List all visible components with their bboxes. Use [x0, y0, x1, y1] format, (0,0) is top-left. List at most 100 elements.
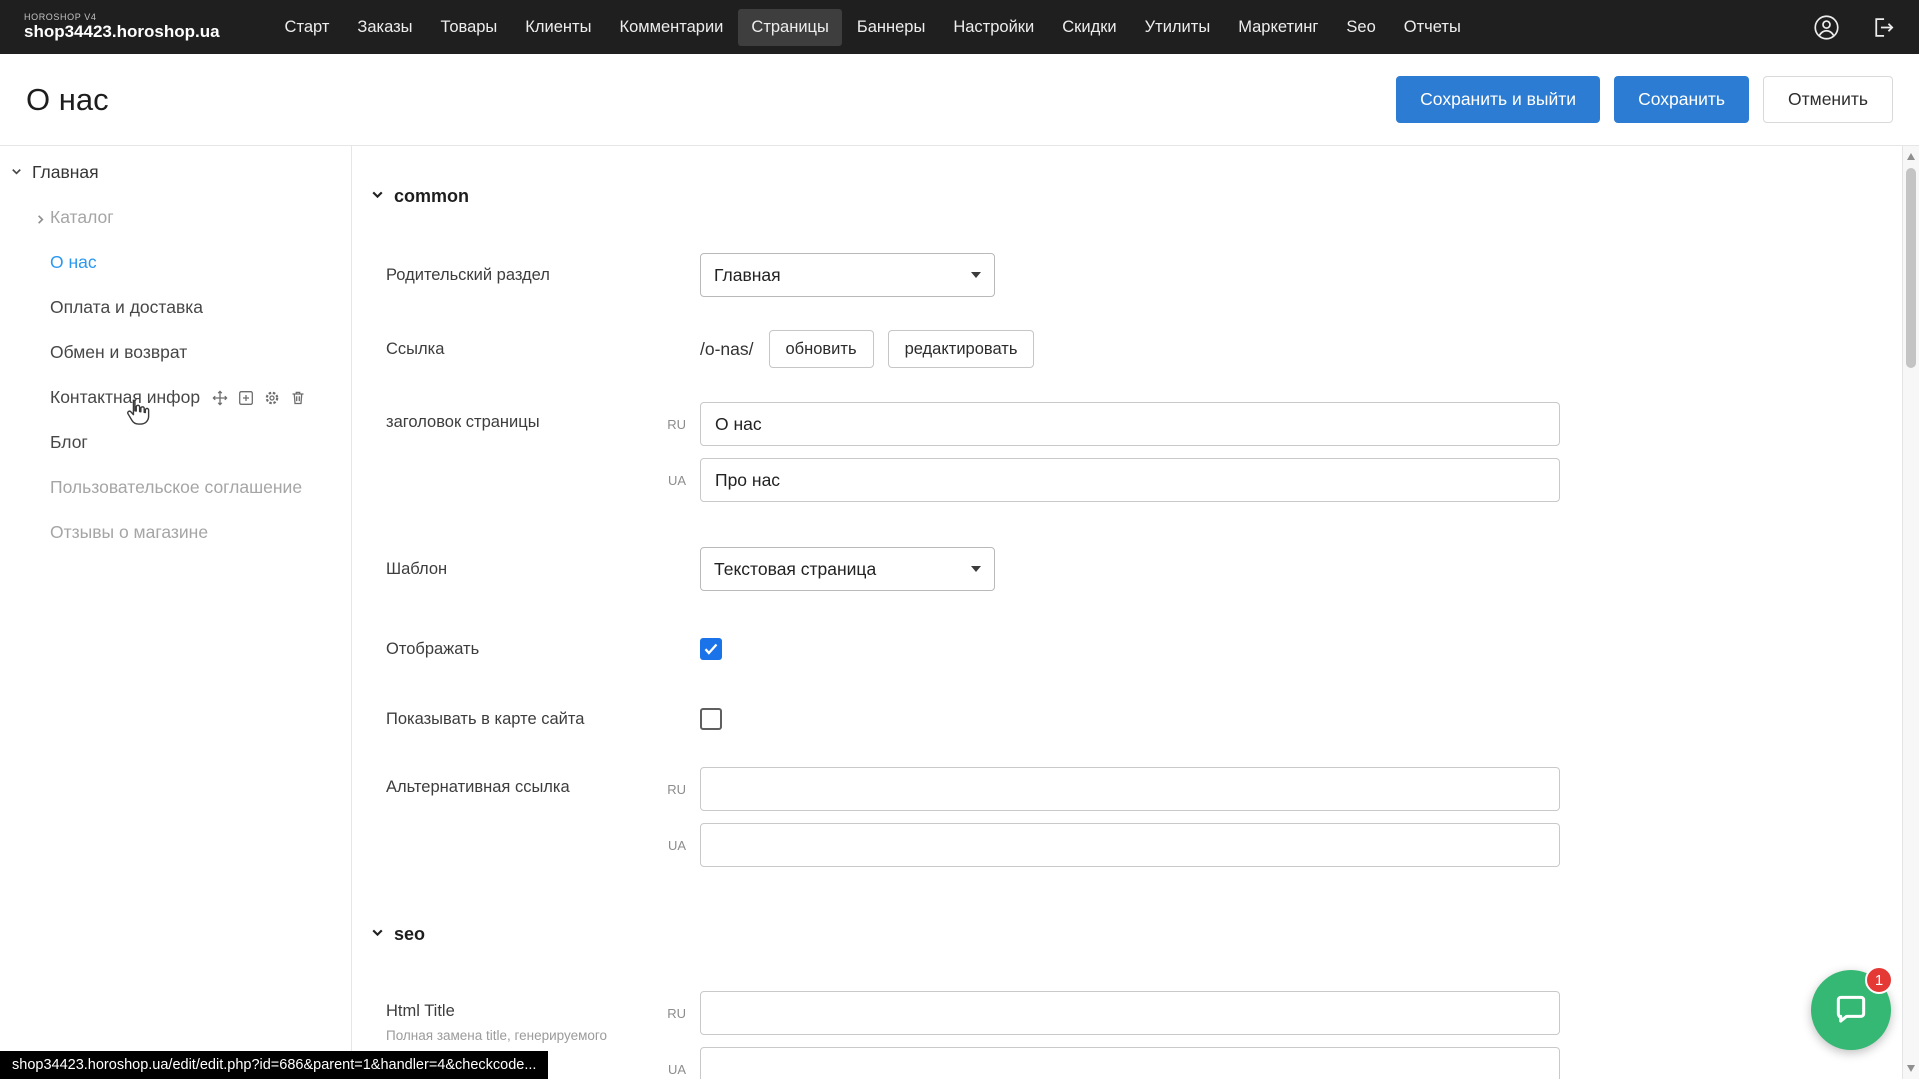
section-seo[interactable]: seo	[370, 924, 1919, 945]
save-button[interactable]: Сохранить	[1614, 76, 1749, 123]
move-icon[interactable]	[212, 390, 228, 406]
nav-item-comments[interactable]: Комментарии	[606, 9, 736, 46]
chat-widget-button[interactable]: 1	[1811, 970, 1891, 1050]
tree-item-obmen-i-vozvrat[interactable]: Обмен и возврат	[0, 330, 351, 375]
parent-section-select[interactable]: Главная	[700, 253, 995, 297]
pages-tree-sidebar: Главная Каталог О нас Оплата и доставка …	[0, 146, 352, 1079]
main-menu: Старт Заказы Товары Клиенты Комментарии …	[272, 9, 1474, 46]
page-edit-form: common Родительский раздел Главная Ссылк…	[352, 146, 1919, 1079]
topbar-right	[1813, 14, 1895, 41]
nav-item-pages[interactable]: Страницы	[738, 9, 841, 46]
gear-icon[interactable]	[264, 390, 280, 406]
select-caret-icon	[971, 272, 981, 278]
tree-item-glavnaya[interactable]: Главная	[0, 150, 351, 195]
page-header: О нас Сохранить и выйти Сохранить Отмени…	[0, 54, 1919, 146]
alt-link-ru-row: RU	[648, 767, 1560, 811]
alt-link-label: Альтернативная ссылка	[386, 767, 648, 867]
tree-item-polzovatelskoe-soglashenie[interactable]: Пользовательское соглашение	[0, 465, 351, 510]
nav-item-marketing[interactable]: Маркетинг	[1225, 9, 1331, 46]
nav-item-discounts[interactable]: Скидки	[1049, 9, 1129, 46]
template-select[interactable]: Текстовая страница	[700, 547, 995, 591]
display-checkbox[interactable]	[700, 638, 722, 660]
parent-section-value: Главная	[714, 265, 781, 286]
lang-tag-ru: RU	[648, 417, 700, 432]
nav-item-clients[interactable]: Клиенты	[512, 9, 604, 46]
tree-item-label: Пользовательское соглашение	[50, 477, 302, 498]
alt-link-ua-input[interactable]	[700, 823, 1560, 867]
field-parent-section: Родительский раздел Главная	[386, 253, 1919, 297]
tree-item-actions	[212, 390, 306, 406]
tree-item-label: Контактная инфор	[50, 387, 200, 408]
page-body: Главная Каталог О нас Оплата и доставка …	[0, 146, 1919, 1079]
nav-item-banners[interactable]: Баннеры	[844, 9, 938, 46]
nav-item-reports[interactable]: Отчеты	[1391, 9, 1474, 46]
chevron-down-icon[interactable]	[370, 186, 385, 207]
top-navbar: HOROSHOP V4 shop34423.horoshop.ua Старт …	[0, 0, 1919, 54]
alt-link-inputs: RU UA	[648, 767, 1560, 867]
lang-tag-ua: UA	[648, 838, 700, 853]
tree-item-blog[interactable]: Блог	[0, 420, 351, 465]
vertical-scrollbar[interactable]	[1902, 146, 1919, 1079]
scroll-up-arrow[interactable]	[1907, 153, 1915, 160]
tree-item-label: О нас	[50, 252, 97, 273]
html-title-ru-row: RU	[648, 991, 1560, 1035]
html-title-ua-row: UA	[648, 1047, 1560, 1079]
tree-item-o-nas[interactable]: О нас	[0, 240, 351, 285]
link-refresh-button[interactable]: обновить	[769, 330, 874, 368]
nav-item-seo[interactable]: Seo	[1333, 9, 1388, 46]
tree-item-label: Оплата и доставка	[50, 297, 203, 318]
scrollbar-thumb[interactable]	[1906, 168, 1916, 368]
trash-icon[interactable]	[290, 390, 306, 406]
link-edit-button[interactable]: редактировать	[888, 330, 1035, 368]
nav-item-products[interactable]: Товары	[428, 9, 511, 46]
tree-item-katalog[interactable]: Каталог	[0, 195, 351, 240]
link-preview-statusbar: shop34423.horoshop.ua/edit/edit.php?id=6…	[0, 1051, 548, 1079]
chat-unread-badge: 1	[1865, 966, 1893, 994]
chevron-down-icon[interactable]	[370, 924, 385, 945]
tree-item-oplata-i-dostavka[interactable]: Оплата и доставка	[0, 285, 351, 330]
account-icon[interactable]	[1813, 14, 1840, 41]
scroll-down-arrow[interactable]	[1907, 1065, 1915, 1072]
save-and-exit-button[interactable]: Сохранить и выйти	[1396, 76, 1600, 123]
page-title-inputs: RU UA	[648, 402, 1560, 502]
section-seo-label: seo	[394, 924, 425, 945]
lang-tag-ru: RU	[648, 782, 700, 797]
template-value: Текстовая страница	[714, 559, 876, 580]
page-title-ua-row: UA	[648, 458, 1560, 502]
cancel-button[interactable]: Отменить	[1763, 76, 1893, 123]
html-title-ua-input[interactable]	[700, 1047, 1560, 1079]
page-title-ua-input[interactable]	[700, 458, 1560, 502]
logout-icon[interactable]	[1870, 15, 1895, 40]
tree-item-otzyvy-o-magazine[interactable]: Отзывы о магазине	[0, 510, 351, 555]
html-title-hint: Полная замена title, генерируемого	[386, 1028, 636, 1043]
chevron-right-icon[interactable]	[34, 210, 47, 231]
page-title-ru-input[interactable]	[700, 402, 1560, 446]
lang-tag-ua: UA	[648, 473, 700, 488]
field-alt-link: Альтернативная ссылка RU UA	[386, 767, 1919, 867]
select-caret-icon	[971, 566, 981, 572]
field-template: Шаблон Текстовая страница	[386, 547, 1919, 591]
sitemap-label: Показывать в карте сайта	[386, 710, 700, 729]
section-common[interactable]: common	[370, 186, 1919, 207]
add-page-icon[interactable]	[238, 390, 254, 406]
lang-tag-ru: RU	[648, 1006, 700, 1021]
nav-item-orders[interactable]: Заказы	[344, 9, 425, 46]
tree-item-label: Обмен и возврат	[50, 342, 187, 363]
display-label: Отображать	[386, 640, 700, 659]
brand: HOROSHOP V4 shop34423.horoshop.ua	[24, 13, 220, 42]
html-title-ru-input[interactable]	[700, 991, 1560, 1035]
chevron-down-icon[interactable]	[10, 162, 23, 183]
html-title-inputs: RU UA	[648, 991, 1560, 1079]
nav-item-utilities[interactable]: Утилиты	[1132, 9, 1224, 46]
alt-link-ru-input[interactable]	[700, 767, 1560, 811]
field-link: Ссылка /o-nas/ обновить редактировать	[386, 330, 1919, 368]
nav-item-settings[interactable]: Настройки	[940, 9, 1047, 46]
field-html-title: Html Title Полная замена title, генериру…	[386, 991, 1919, 1079]
tree-item-kontaktnaya-informatsiya[interactable]: Контактная инфор	[0, 375, 351, 420]
tree-item-label: Отзывы о магазине	[50, 522, 208, 543]
page-title-ru-row: RU	[648, 402, 1560, 446]
sitemap-checkbox[interactable]	[700, 708, 722, 730]
nav-item-start[interactable]: Старт	[272, 9, 343, 46]
page-title: О нас	[26, 82, 109, 118]
tree-item-label: Блог	[50, 432, 88, 453]
